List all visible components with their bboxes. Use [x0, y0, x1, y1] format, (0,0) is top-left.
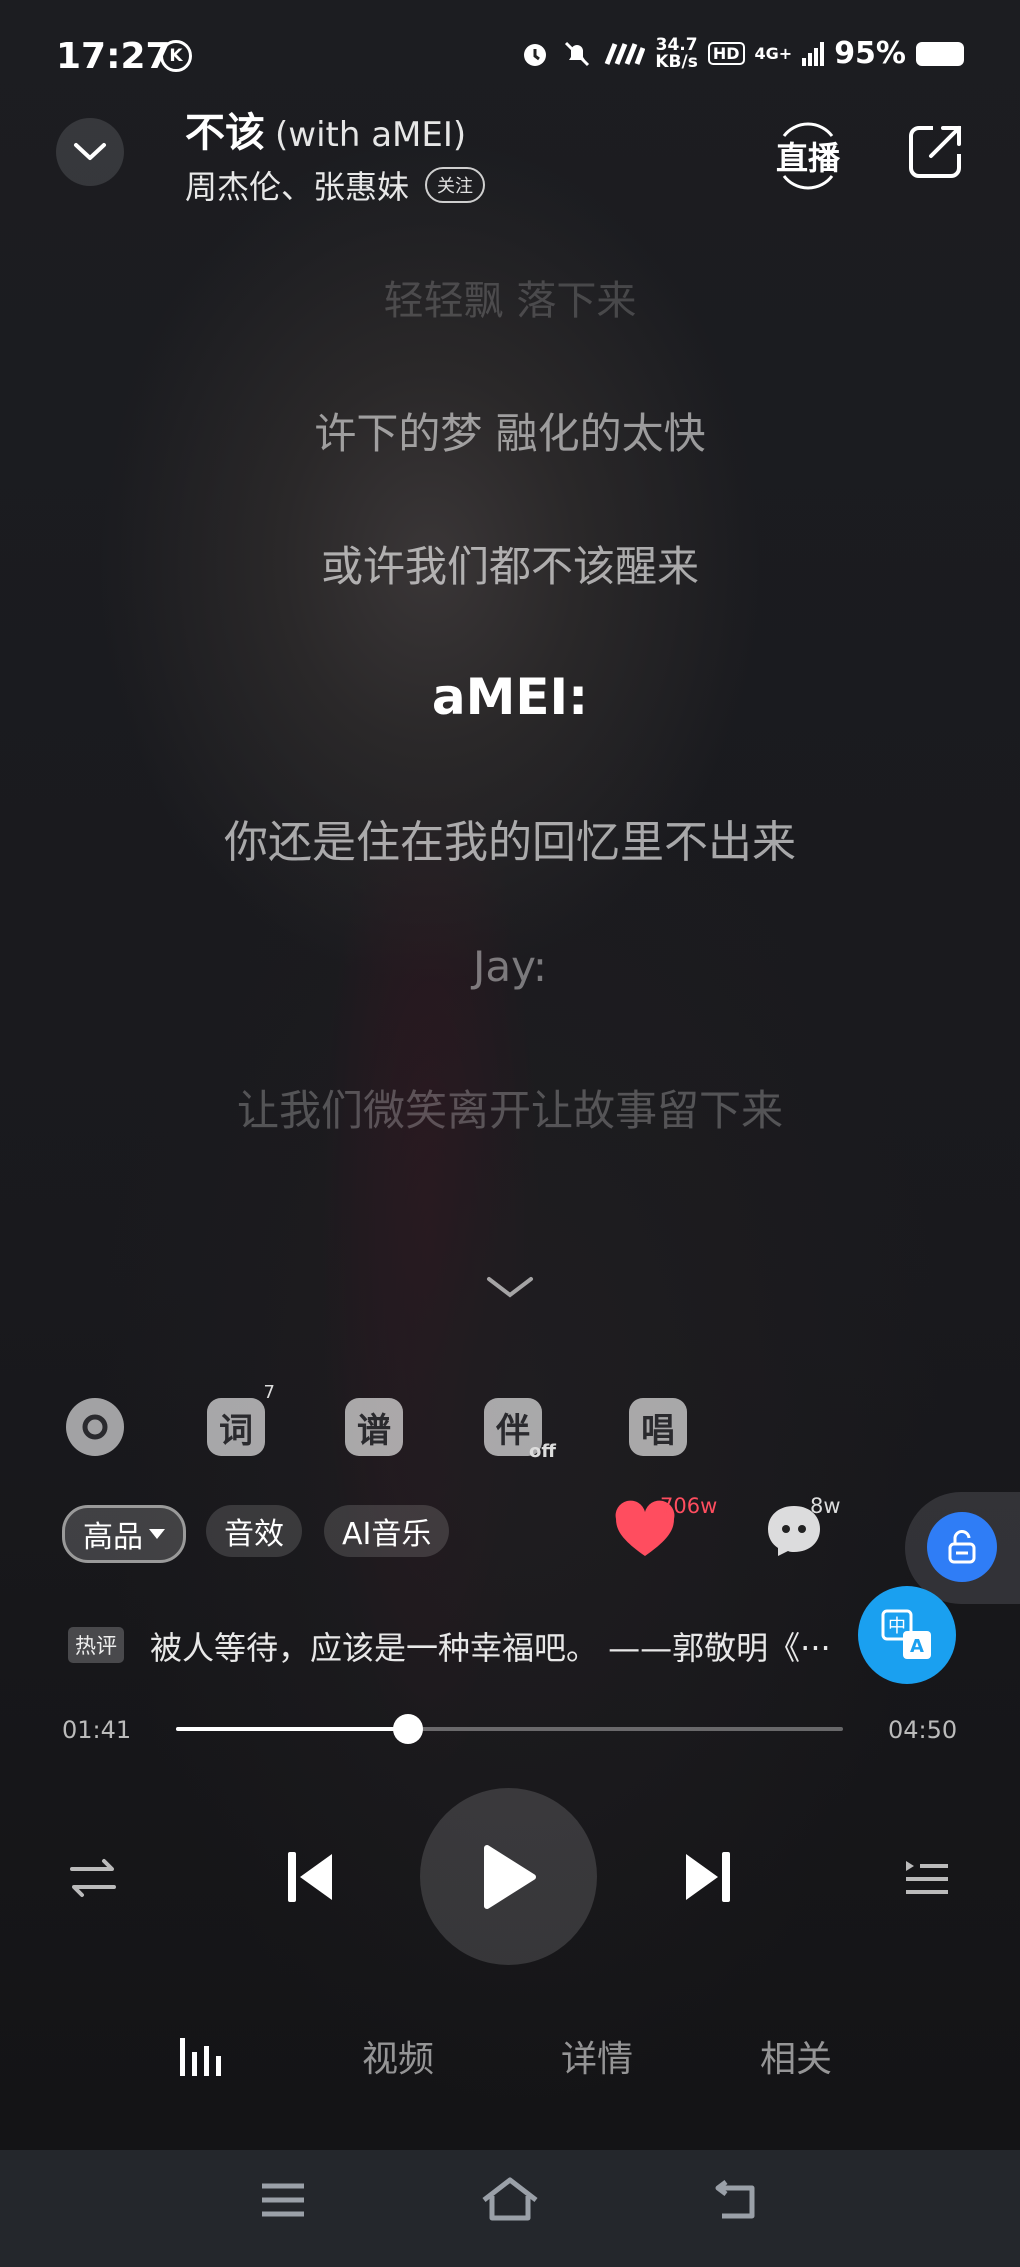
- lyric-line[interactable]: 轻轻飘 落下来: [0, 268, 1020, 326]
- hot-comment-text[interactable]: 被人等待，应该是一种幸福吧。 ——郭敬明《···: [150, 1623, 855, 1669]
- ai-music-label: AI音乐: [342, 1517, 432, 1552]
- play-button[interactable]: [420, 1788, 597, 1965]
- tab-video[interactable]: 视频: [362, 2030, 434, 2082]
- tab-player-bars-icon[interactable]: [178, 2034, 232, 2078]
- cell-signal-icon: [802, 41, 825, 66]
- lyric-line[interactable]: 你还是住在我的回忆里不出来: [0, 806, 1020, 870]
- k-icon: K: [160, 40, 192, 72]
- hot-comment-tag: 热评: [68, 1627, 124, 1663]
- playlist-icon[interactable]: [902, 1855, 952, 1901]
- battery-icon: [916, 41, 964, 66]
- follow-button[interactable]: 关注: [425, 167, 486, 203]
- settings-gear-icon[interactable]: [66, 1398, 124, 1456]
- sound-effects-button[interactable]: 音效: [206, 1505, 302, 1557]
- quality-label: 高品: [83, 1520, 143, 1555]
- status-indicators: 34.7 KB/s HD 4G+ 95%: [519, 36, 964, 71]
- lock-button-circle: [927, 1512, 997, 1582]
- live-ring-icon: [782, 122, 834, 190]
- network-speed-value: 34.7: [655, 34, 698, 55]
- lyric-line[interactable]: 或许我们都不该醒来: [0, 533, 1020, 594]
- lyrics-collapse-chevron-icon[interactable]: [485, 1275, 535, 1301]
- song-title-suffix: (with aMEI): [275, 115, 467, 155]
- battery-percent: 95%: [834, 36, 906, 71]
- live-button[interactable]: 直播: [770, 122, 846, 190]
- comment-count: 8w: [810, 1494, 841, 1518]
- next-track-icon[interactable]: [682, 1848, 734, 1906]
- progress-slider[interactable]: [176, 1714, 843, 1744]
- translate-icon: 中A: [881, 1609, 931, 1659]
- mute-icon: [565, 41, 590, 66]
- accompany-off-label: off: [529, 1441, 556, 1462]
- song-title-main: 不该: [185, 110, 265, 156]
- lyrics-tool-label: 词: [219, 1410, 253, 1451]
- like-count: 706w: [660, 1494, 718, 1518]
- accompany-tool-button[interactable]: 伴 off: [484, 1398, 556, 1462]
- back-icon[interactable]: [712, 2180, 760, 2222]
- chevron-down-icon: [74, 143, 106, 160]
- dropdown-caret-icon: [149, 1529, 165, 1539]
- menu-icon[interactable]: [260, 2180, 306, 2220]
- home-icon[interactable]: [480, 2176, 540, 2222]
- share-icon[interactable]: [905, 122, 965, 182]
- tab-related[interactable]: 相关: [760, 2030, 832, 2082]
- progress-fill: [176, 1727, 409, 1731]
- lyric-line[interactable]: 许下的梦 融化的太快: [0, 400, 1020, 461]
- tab-details[interactable]: 详情: [561, 2030, 633, 2082]
- sing-tool-button[interactable]: 唱: [629, 1398, 687, 1456]
- alarm-icon: [524, 43, 547, 66]
- current-time: 01:41: [62, 1716, 132, 1744]
- hd-badge: HD: [707, 42, 745, 65]
- gear-icon: [82, 1414, 108, 1440]
- sound-effects-label: 音效: [224, 1517, 284, 1552]
- artist-names[interactable]: 周杰伦、张惠妹: [185, 162, 409, 208]
- status-bar: 17:27 K 34.7 KB/s HD 4G+ 95%: [0, 0, 1020, 112]
- score-tool-button[interactable]: 谱: [345, 1398, 403, 1456]
- lyric-line[interactable]: Jay:: [0, 942, 1020, 991]
- ai-music-button[interactable]: AI音乐: [324, 1505, 450, 1557]
- play-icon: [483, 1844, 536, 1909]
- total-time: 04:50: [888, 1716, 958, 1744]
- accompany-tool-label: 伴: [496, 1410, 530, 1451]
- collapse-player-button[interactable]: [56, 118, 124, 186]
- signal-brand-icon: [605, 42, 646, 65]
- lyrics-count-badge: 7: [263, 1382, 275, 1403]
- song-title: 不该 (with aMEI): [185, 100, 466, 158]
- sing-tool-label: 唱: [641, 1410, 675, 1451]
- quality-select[interactable]: 高品: [62, 1505, 186, 1563]
- lyric-line-current[interactable]: aMEI:: [0, 668, 1020, 726]
- shuffle-mode-icon[interactable]: [68, 1855, 118, 1901]
- translate-button[interactable]: 中A: [858, 1586, 956, 1684]
- status-time: 17:27: [56, 36, 171, 77]
- network-speed-unit: KB/s: [655, 51, 698, 72]
- score-tool-label: 谱: [357, 1410, 391, 1451]
- lyrics-tool-button[interactable]: 词 7: [207, 1382, 275, 1456]
- network-speed: 34.7 KB/s: [655, 34, 698, 72]
- lock-button[interactable]: [905, 1492, 1020, 1604]
- progress-handle[interactable]: [393, 1714, 424, 1744]
- previous-track-icon[interactable]: [284, 1848, 336, 1906]
- artist-row: 周杰伦、张惠妹 关注: [185, 162, 486, 208]
- network-type: 4G+: [754, 43, 793, 63]
- svg-text:A: A: [910, 1636, 924, 1657]
- lyric-line[interactable]: 让我们微笑离开让故事留下来: [0, 1077, 1020, 1138]
- unlock-icon: [948, 1530, 976, 1564]
